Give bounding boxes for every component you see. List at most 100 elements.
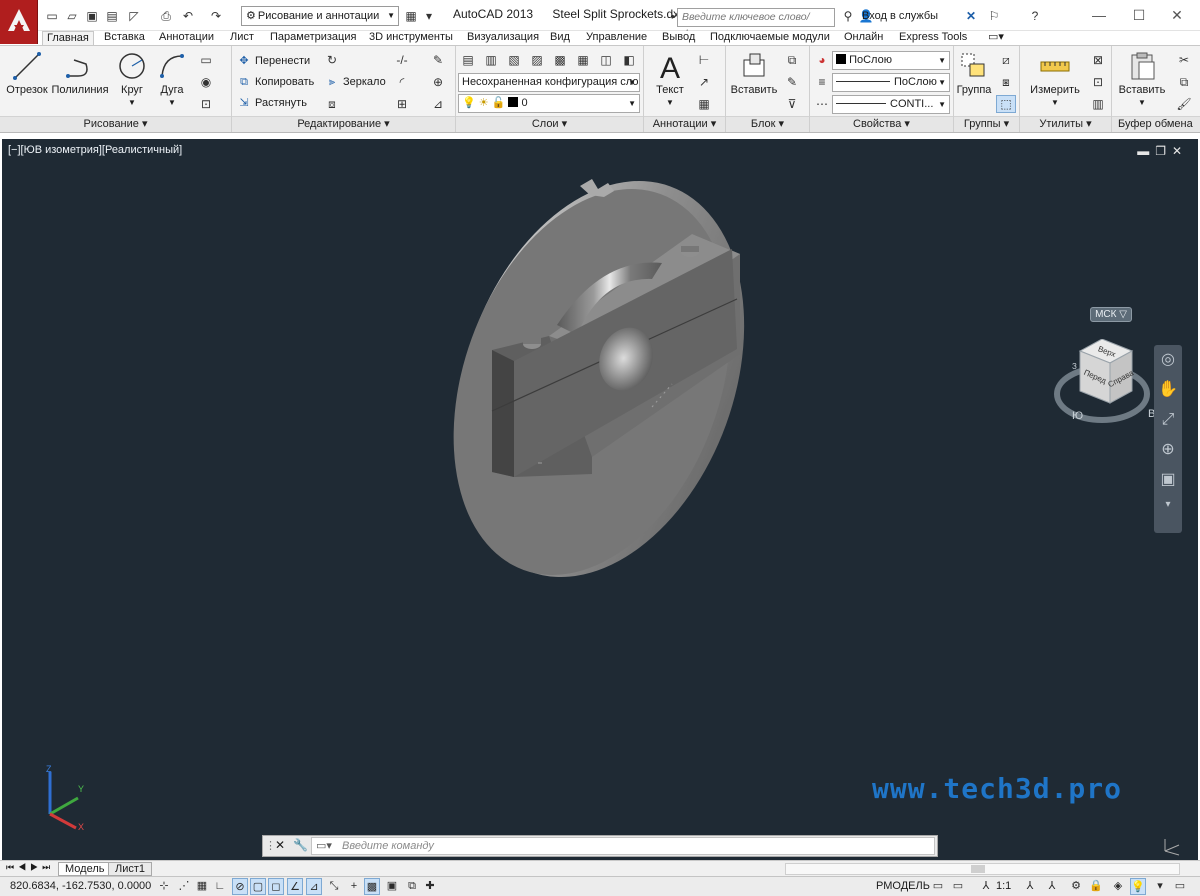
dynamic-input-icon[interactable]: ⤡: [326, 878, 342, 895]
tab-online[interactable]: Онлайн: [840, 31, 887, 45]
new-file-icon[interactable]: ▭: [44, 8, 60, 24]
binoculars-icon[interactable]: ⚲: [840, 8, 856, 24]
quick-view-drawings-icon[interactable]: ▭: [950, 878, 966, 895]
workspace-select[interactable]: ⚙ Рисование и аннотации ▼: [241, 6, 399, 26]
select-all-icon[interactable]: ⊡: [1088, 73, 1108, 91]
object-snap-icon[interactable]: ▢: [250, 878, 266, 895]
explode-icon[interactable]: ⊕: [428, 73, 448, 91]
trim-icon[interactable]: -/-: [392, 51, 412, 69]
polar-tracking-icon[interactable]: ⊘: [232, 878, 248, 895]
annotation-scale-icon[interactable]: ⅄: [978, 878, 994, 895]
quick-properties-icon[interactable]: ▣: [384, 878, 400, 895]
application-menu-button[interactable]: [0, 0, 38, 44]
publish-icon[interactable]: ◸: [126, 8, 142, 24]
lineweight-toggle-icon[interactable]: +: [346, 878, 362, 895]
transparency-icon[interactable]: ▩: [364, 878, 380, 895]
layout-nav-arrows[interactable]: ⏮◀▶⏭: [6, 862, 54, 873]
attribute-icon[interactable]: ⊽: [782, 95, 802, 113]
drawing-viewport[interactable]: [−][ЮВ изометрия][Реалистичный] ▬❐✕ Верх…: [2, 139, 1198, 860]
layer-lock-icon[interactable]: ▩: [550, 51, 570, 69]
horizontal-scrollbar[interactable]: [785, 863, 1180, 875]
close-icon[interactable]: ✕: [275, 838, 285, 852]
annotation-scale-value[interactable]: 1:1: [996, 880, 1011, 892]
tab-output[interactable]: Вывод: [658, 31, 699, 45]
selection-cycling-icon[interactable]: ⧉: [404, 878, 420, 895]
stretch-button[interactable]: ⇲ Растянуть: [236, 93, 307, 113]
paste-button[interactable]: Вставить ▼: [1116, 50, 1168, 108]
workspace-switching-icon[interactable]: ⚙: [1068, 878, 1084, 895]
linetype-icon[interactable]: ⋯: [812, 95, 832, 113]
copy-clip-icon[interactable]: ⧉: [1174, 73, 1194, 91]
layer-walk-icon[interactable]: ◫: [596, 51, 616, 69]
panel-clipboard-title[interactable]: Буфер обмена: [1112, 116, 1200, 132]
clean-screen-icon[interactable]: ▭: [1172, 878, 1188, 895]
command-prompt-icon[interactable]: ▭▾: [316, 838, 332, 854]
isolate-objects-icon[interactable]: 💡: [1130, 878, 1146, 895]
toolbar-lock-icon[interactable]: 🔒: [1088, 878, 1104, 895]
panel-draw-title[interactable]: Рисование ▾: [0, 116, 231, 132]
tab-sheet1[interactable]: Лист1: [108, 862, 153, 876]
ungroup-icon[interactable]: ⧄: [996, 51, 1016, 69]
tab-model[interactable]: Модель: [58, 862, 112, 876]
tab-layout[interactable]: Лист: [226, 31, 258, 45]
pan-hand-icon[interactable]: ✋: [1154, 375, 1182, 405]
wcs-menu-button[interactable]: МСК ▽: [1090, 307, 1132, 322]
offset-icon[interactable]: ⊿: [428, 95, 448, 113]
layer-properties-icon[interactable]: ▤: [458, 51, 478, 69]
match-properties-icon[interactable]: 🖌: [1174, 95, 1194, 113]
workspace-icon[interactable]: ▦: [403, 8, 419, 24]
tab-plugins[interactable]: Подключаемые модули: [706, 31, 834, 45]
command-input[interactable]: ▭▾ Введите команду: [311, 837, 935, 855]
line-button[interactable]: Отрезок: [3, 50, 51, 96]
open-file-icon[interactable]: ▱: [64, 8, 80, 24]
tab-manage[interactable]: Управление: [582, 31, 651, 45]
calculator-icon[interactable]: ▥: [1088, 95, 1108, 113]
object-snap-tracking-icon[interactable]: ∠: [287, 878, 303, 895]
auto-scale-icon[interactable]: ⅄: [1044, 878, 1060, 895]
ribbon-minimize-icon[interactable]: ▭▾: [984, 31, 1008, 45]
group-edit-icon[interactable]: ⧆: [996, 73, 1016, 91]
hatch-icon[interactable]: ◉: [196, 73, 216, 91]
fillet-icon[interactable]: ◜: [392, 73, 412, 91]
tab-insert[interactable]: Вставка: [100, 31, 149, 45]
infer-constraints-icon[interactable]: ⊹: [156, 878, 172, 895]
tab-express-tools[interactable]: Express Tools: [895, 31, 971, 45]
sign-in-link[interactable]: Вход в службы: [862, 10, 938, 22]
layer-freeze-icon[interactable]: ▨: [527, 51, 547, 69]
copy-button[interactable]: ⧉ Копировать: [236, 72, 314, 92]
3d-object-snap-icon[interactable]: ◻: [268, 878, 284, 895]
layer-select[interactable]: 💡 ☀ 🔓 0 ▼: [458, 94, 640, 113]
tab-view[interactable]: Вид: [546, 31, 574, 45]
insert-block-button[interactable]: Вставить: [728, 50, 780, 96]
panel-annotation-title[interactable]: Аннотации ▾: [644, 116, 725, 132]
rotate-icon[interactable]: ↻: [322, 51, 342, 69]
group-button[interactable]: Группа: [954, 50, 994, 96]
autodesk-360-icon[interactable]: ⚐: [986, 8, 1002, 24]
group-select-icon[interactable]: ⬚: [996, 95, 1016, 113]
scrollbar-thumb[interactable]: [971, 865, 985, 873]
save-icon[interactable]: ▣: [84, 8, 100, 24]
cut-icon[interactable]: ✂: [1174, 51, 1194, 69]
tab-annotate[interactable]: Аннотации: [155, 31, 218, 45]
lineweight-select[interactable]: ПоСлою ▼: [832, 73, 950, 92]
arc-button[interactable]: Дуга ▼: [148, 50, 196, 108]
quick-view-layouts-icon[interactable]: ▭: [930, 878, 946, 895]
wrench-icon[interactable]: 🔧: [293, 838, 308, 852]
layer-isolate-icon[interactable]: ▥: [481, 51, 501, 69]
zoom-extents-icon[interactable]: ⤢: [1154, 405, 1182, 435]
snap-mode-icon[interactable]: ⋰: [176, 878, 192, 895]
panel-modify-title[interactable]: Редактирование ▾: [232, 116, 455, 132]
color-select[interactable]: ПоСлою ▼: [832, 51, 950, 70]
compass-south-label[interactable]: Ю: [1072, 410, 1083, 422]
save-as-icon[interactable]: ▤: [104, 8, 120, 24]
dynamic-ucs-icon[interactable]: ⊿: [306, 878, 322, 895]
help-search-input[interactable]: Введите ключевое слово/фразу: [677, 8, 835, 40]
quick-select-icon[interactable]: ⊠: [1088, 51, 1108, 69]
steering-wheel-icon[interactable]: ◎: [1154, 345, 1182, 375]
tab-render[interactable]: Визуализация: [463, 31, 543, 45]
leader-icon[interactable]: ↗: [694, 73, 714, 91]
tab-home[interactable]: Главная: [42, 31, 94, 45]
viewcube[interactable]: Верх Перед Справа Ю В З: [1052, 339, 1162, 449]
rectangle-icon[interactable]: ▭: [196, 51, 216, 69]
panel-layers-title[interactable]: Слои ▾: [456, 116, 643, 132]
